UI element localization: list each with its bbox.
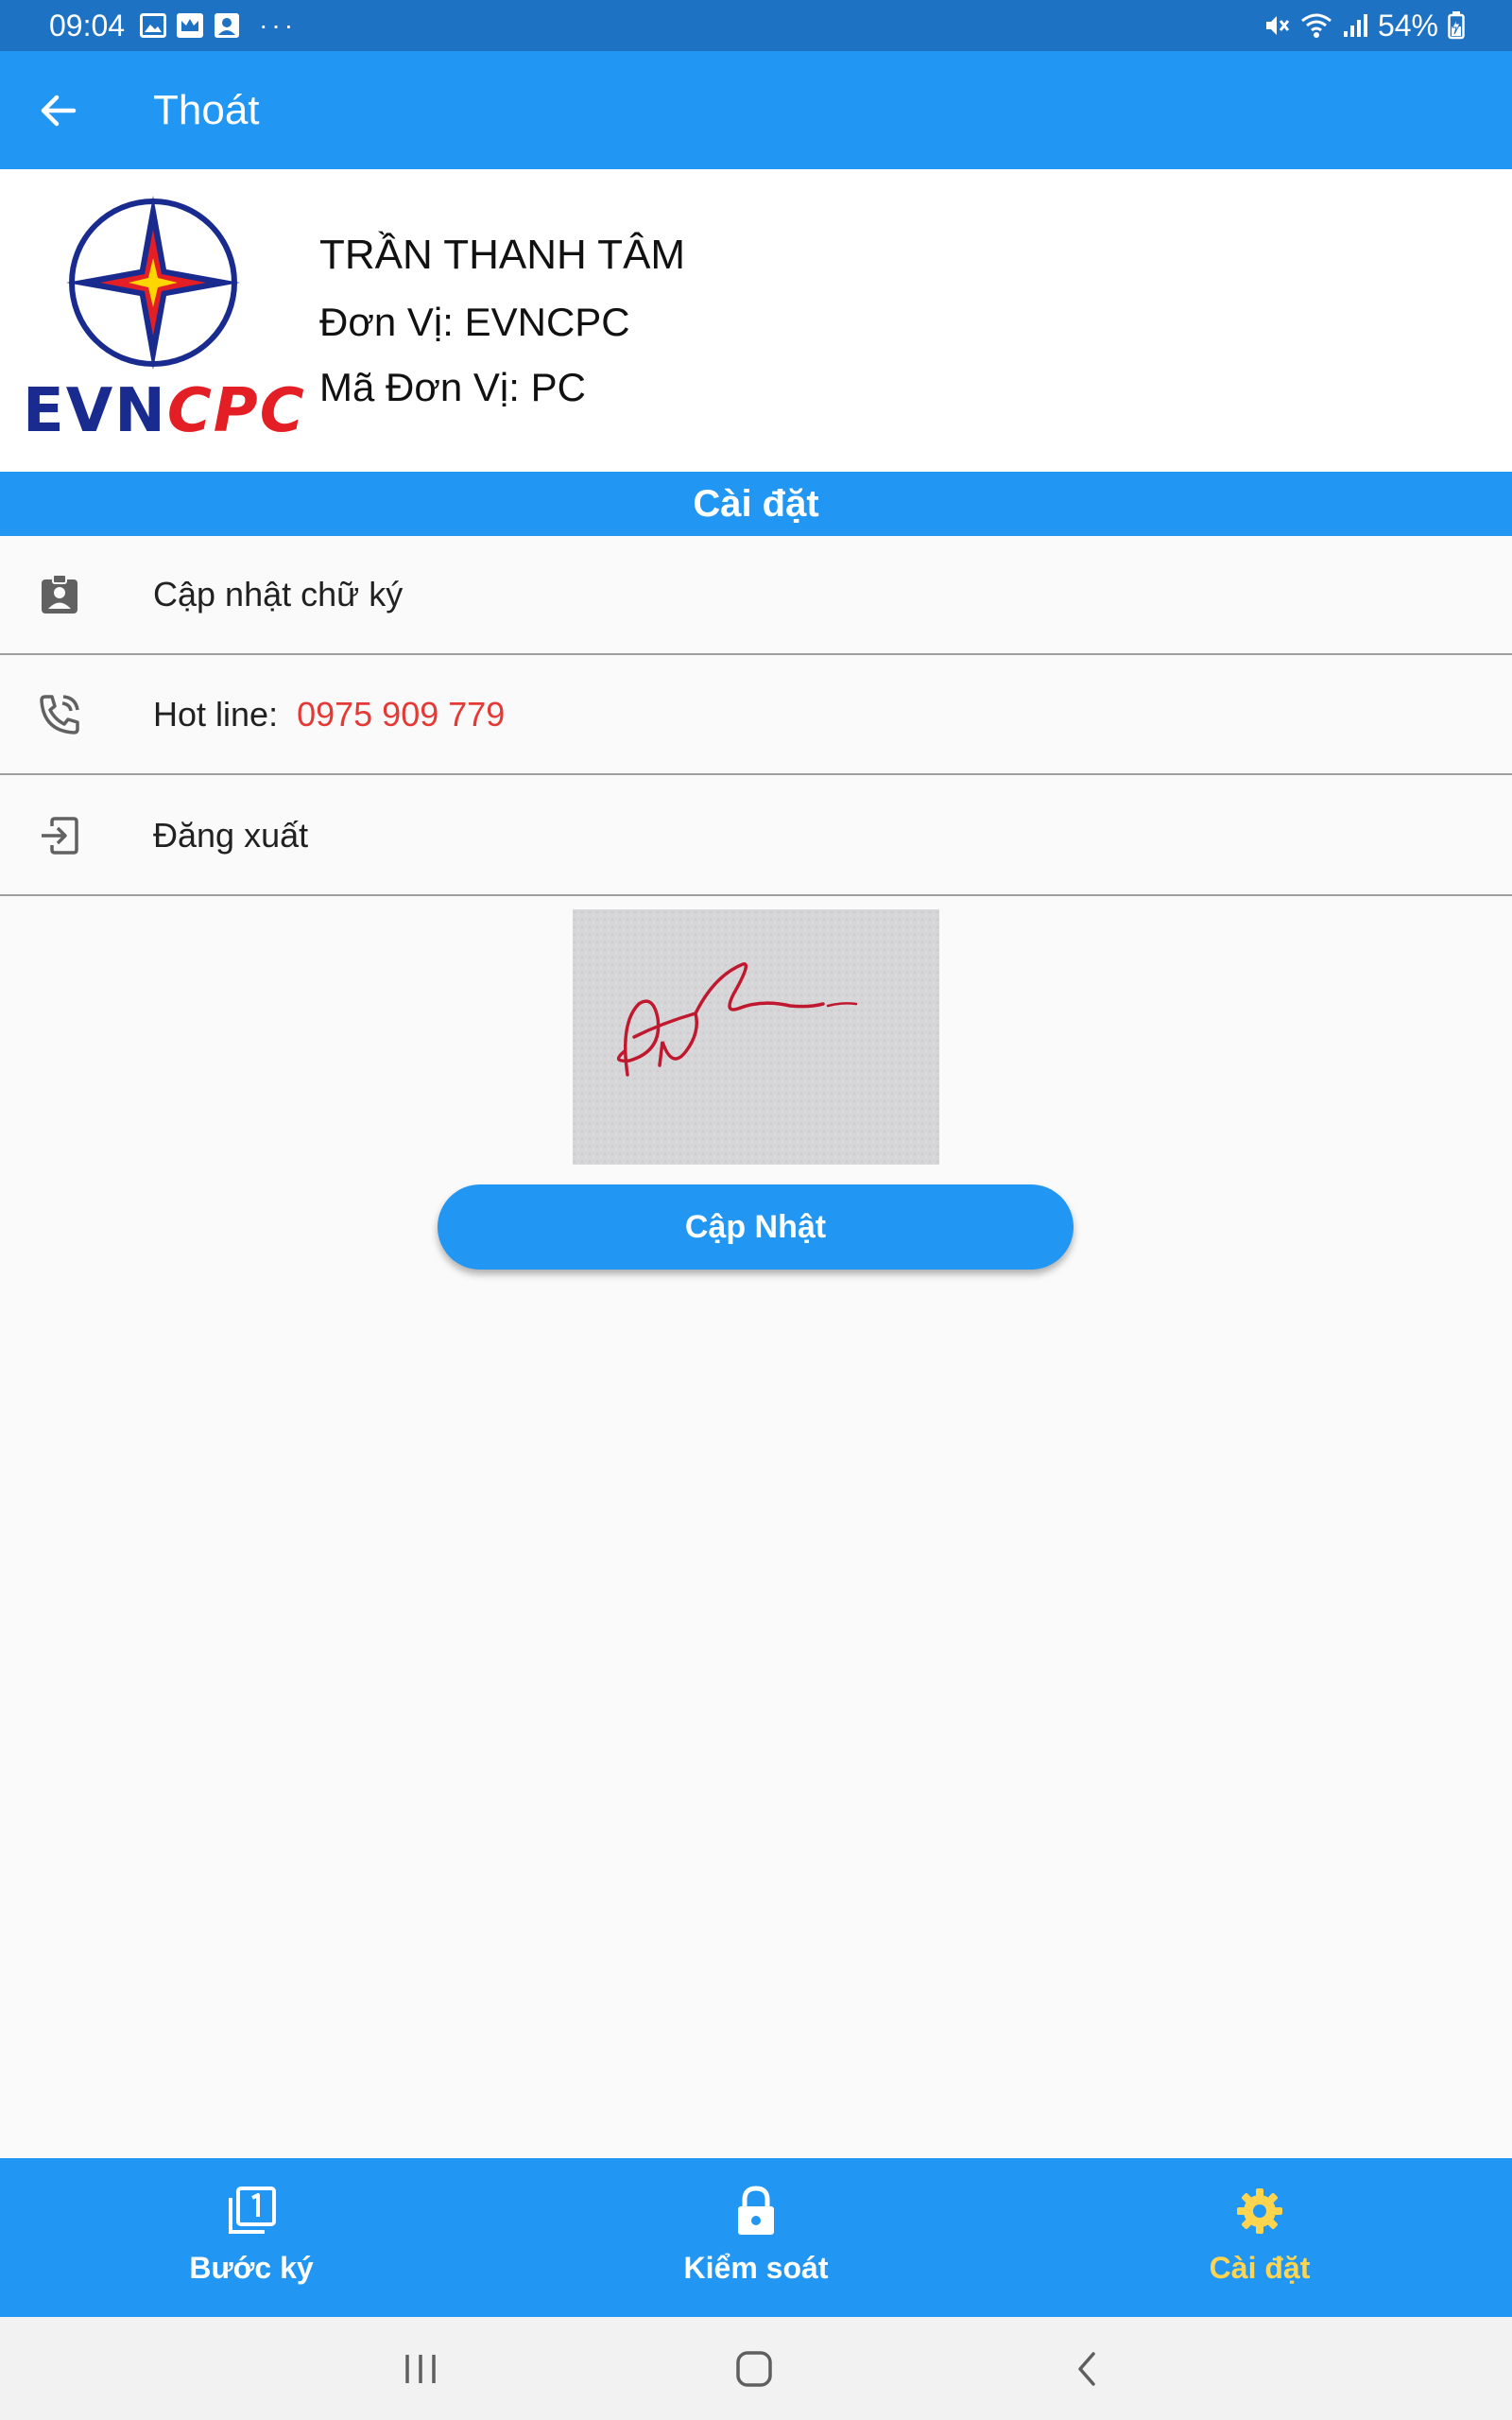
home-icon[interactable] bbox=[728, 2342, 781, 2395]
evn-star-icon bbox=[66, 196, 240, 370]
user-unit: Đơn Vị: EVNCPC bbox=[319, 300, 630, 344]
menu-label-logout: Đăng xuất bbox=[153, 816, 309, 855]
nav-label-control: Kiểm soát bbox=[683, 2251, 829, 2285]
update-button[interactable]: Cập Nhật bbox=[438, 1184, 1074, 1270]
image-icon bbox=[140, 13, 167, 38]
lock-icon bbox=[730, 2185, 782, 2238]
battery-charging-icon bbox=[1448, 11, 1465, 40]
user-unit-code: Mã Đơn Vị: PC bbox=[319, 365, 586, 409]
crown-icon bbox=[177, 13, 204, 38]
hotline-row: Hot line: 0975 909 779 bbox=[153, 695, 505, 735]
status-system-icons: 54% bbox=[1263, 0, 1465, 51]
arrow-left-icon[interactable] bbox=[30, 82, 87, 139]
app-bar: Thoát bbox=[0, 51, 1512, 169]
assignment-ind-icon bbox=[38, 573, 81, 616]
phone-call-icon bbox=[38, 693, 81, 736]
status-notification-icons: ··· bbox=[140, 10, 297, 41]
hotline-label: Hot line: bbox=[153, 695, 279, 734]
nav-item-signing-steps[interactable]: Bước ký bbox=[110, 2158, 393, 2317]
menu-item-logout[interactable]: Đăng xuất bbox=[0, 777, 1512, 896]
nav-label-settings: Cài đặt bbox=[1209, 2251, 1311, 2285]
gear-icon bbox=[1233, 2185, 1286, 2238]
contact-icon bbox=[215, 13, 240, 38]
signature-image bbox=[573, 909, 939, 1165]
more-dots-icon: ··· bbox=[259, 10, 298, 40]
filter-1-icon bbox=[225, 2185, 278, 2238]
logo-evn-text: EVN bbox=[23, 376, 167, 446]
nav-label-signing-steps: Bước ký bbox=[189, 2251, 314, 2285]
user-name: TRẦN THANH TÂM bbox=[319, 232, 686, 278]
logo-cpc-text: CPC bbox=[166, 376, 306, 446]
menu-item-hotline[interactable]: Hot line: 0975 909 779 bbox=[0, 656, 1512, 775]
recent-apps-icon[interactable] bbox=[394, 2342, 447, 2395]
mute-icon bbox=[1265, 16, 1290, 35]
profile-card: EVNCPC TRẦN THANH TÂM Đơn Vị: EVNCPC Mã … bbox=[0, 169, 1512, 472]
app-title[interactable]: Thoát bbox=[153, 87, 260, 134]
menu-label-update-signature: Cập nhật chữ ký bbox=[153, 575, 404, 614]
bottom-nav: Bước ký Kiểm soát Cài đặt bbox=[0, 2158, 1512, 2317]
logout-icon bbox=[38, 814, 81, 857]
nav-item-control[interactable]: Kiểm soát bbox=[614, 2158, 898, 2317]
status-time: 09:04 bbox=[49, 8, 126, 43]
evn-logo: EVNCPC bbox=[23, 182, 304, 466]
nav-item-settings[interactable]: Cài đặt bbox=[1118, 2158, 1401, 2317]
wifi-icon bbox=[1301, 13, 1332, 38]
menu-item-update-signature[interactable]: Cập nhật chữ ký bbox=[0, 536, 1512, 655]
battery-percent: 54% bbox=[1377, 8, 1438, 43]
system-nav-bar bbox=[0, 2317, 1512, 2420]
back-nav-icon[interactable] bbox=[1060, 2342, 1113, 2395]
section-header: Cài đặt bbox=[0, 472, 1512, 536]
status-bar: 09:04 ··· 54% bbox=[0, 0, 1512, 51]
signal-icon bbox=[1343, 14, 1367, 37]
hotline-number[interactable]: 0975 909 779 bbox=[297, 695, 505, 734]
evn-logo-text: EVNCPC bbox=[23, 376, 306, 446]
